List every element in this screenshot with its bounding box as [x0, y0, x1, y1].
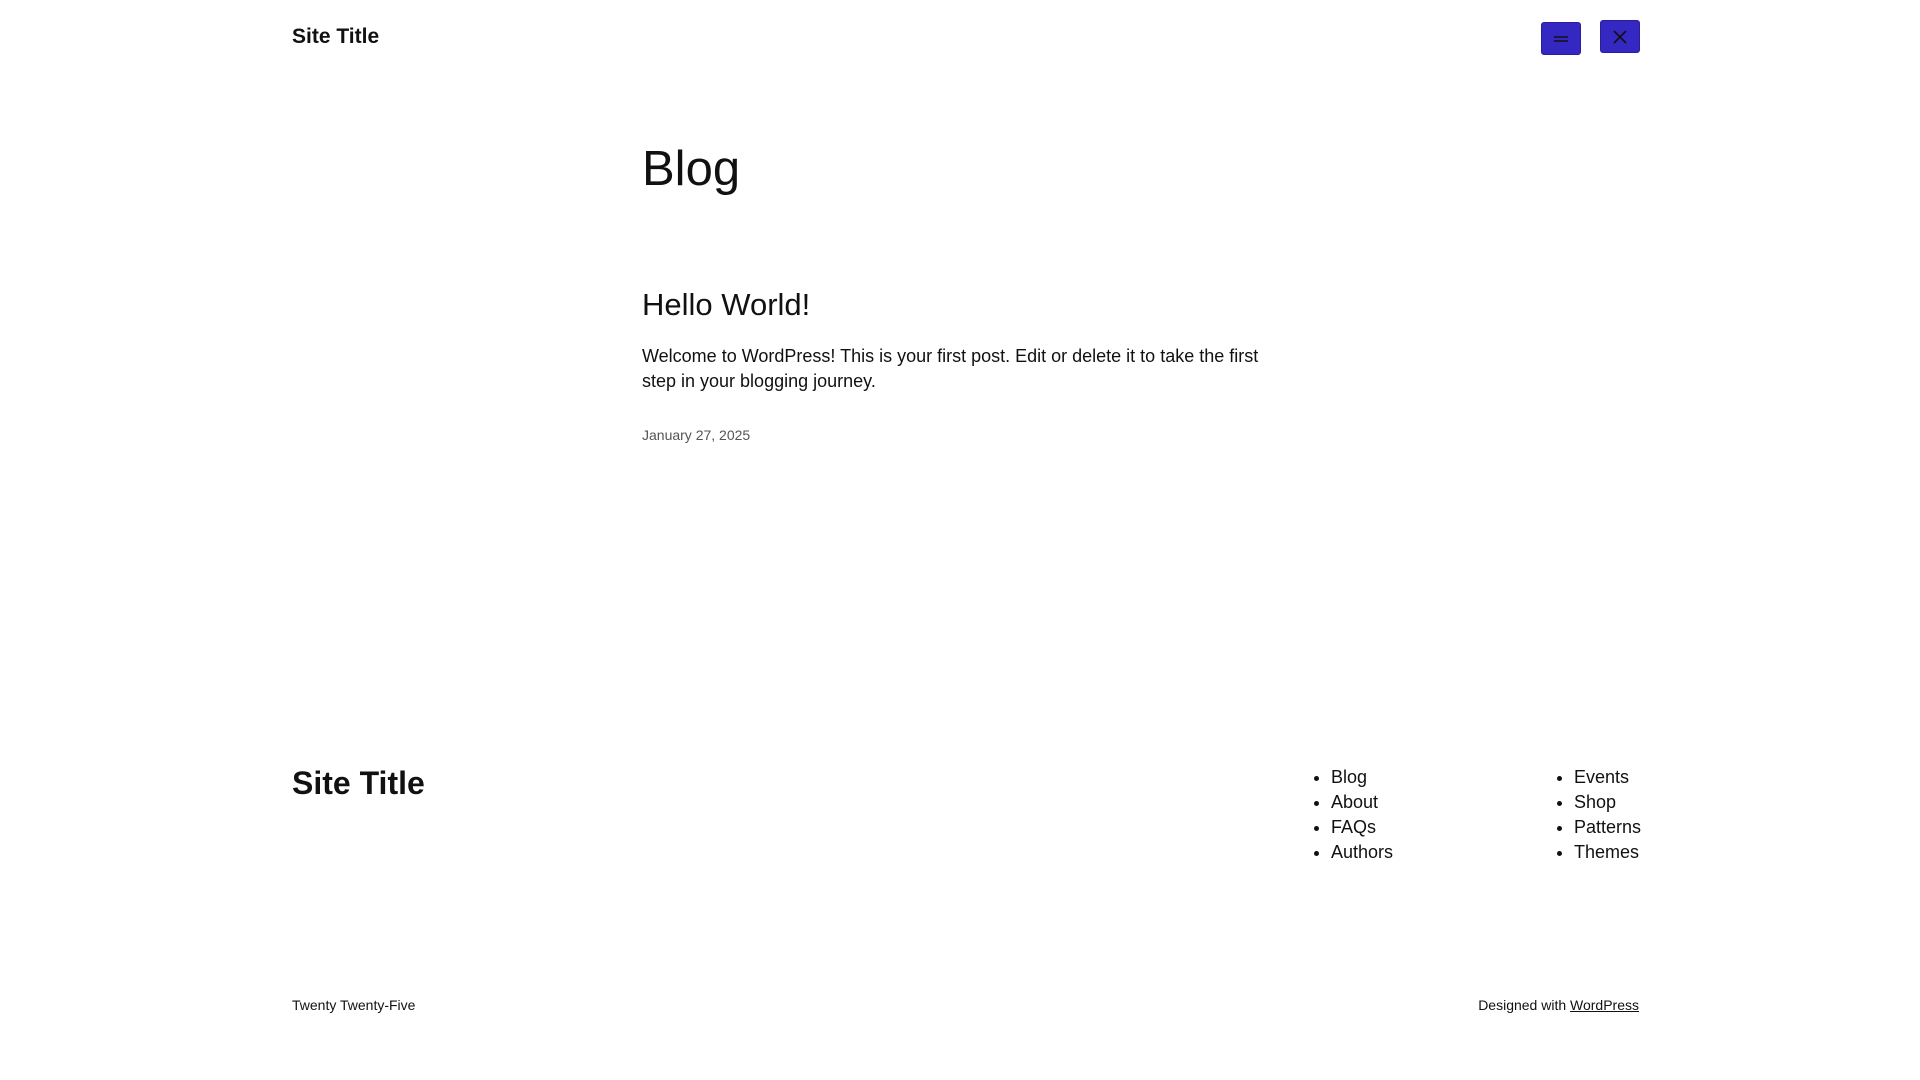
footer-credit: Designed with WordPress — [1478, 996, 1639, 1014]
footer-nav-item: Blog — [1331, 765, 1393, 790]
footer-nav-item: About — [1331, 790, 1393, 815]
footer-link-themes[interactable]: Themes — [1574, 842, 1639, 862]
footer-link-shop[interactable]: Shop — [1574, 792, 1616, 812]
post-title-link[interactable]: Hello World! — [642, 286, 810, 324]
close-button[interactable] — [1600, 20, 1640, 53]
post-date[interactable]: January 27, 2025 — [642, 426, 750, 444]
footer-link-authors[interactable]: Authors — [1331, 842, 1393, 862]
menu-icon — [1553, 34, 1569, 44]
footer-nav-item: Authors — [1331, 840, 1393, 865]
footer-nav-secondary: Events Shop Patterns Themes — [1554, 765, 1641, 865]
footer-nav-item: FAQs — [1331, 815, 1393, 840]
close-icon — [1612, 29, 1628, 45]
footer-link-patterns[interactable]: Patterns — [1574, 817, 1641, 837]
footer-link-events[interactable]: Events — [1574, 767, 1629, 787]
page: Site Title Blog Hello World! Welcome to … — [0, 0, 1920, 1080]
footer-link-about[interactable]: About — [1331, 792, 1378, 812]
footer-nav-item: Events — [1574, 765, 1641, 790]
footer-site-title[interactable]: Site Title — [292, 763, 425, 803]
footer-link-faqs[interactable]: FAQs — [1331, 817, 1376, 837]
footer-nav-item: Shop — [1574, 790, 1641, 815]
post-excerpt: Welcome to WordPress! This is your first… — [642, 346, 1259, 391]
wordpress-link[interactable]: WordPress — [1570, 997, 1639, 1013]
footer-nav-item: Themes — [1574, 840, 1641, 865]
menu-button[interactable] — [1541, 22, 1581, 55]
credit-prefix: Designed with — [1478, 997, 1567, 1013]
page-title: Blog — [642, 142, 741, 196]
footer-link-blog[interactable]: Blog — [1331, 767, 1367, 787]
footer-nav-primary: Blog About FAQs Authors — [1311, 765, 1393, 865]
header-site-title[interactable]: Site Title — [292, 24, 379, 50]
theme-name: Twenty Twenty-Five — [292, 997, 416, 1013]
footer-nav-item: Patterns — [1574, 815, 1641, 840]
